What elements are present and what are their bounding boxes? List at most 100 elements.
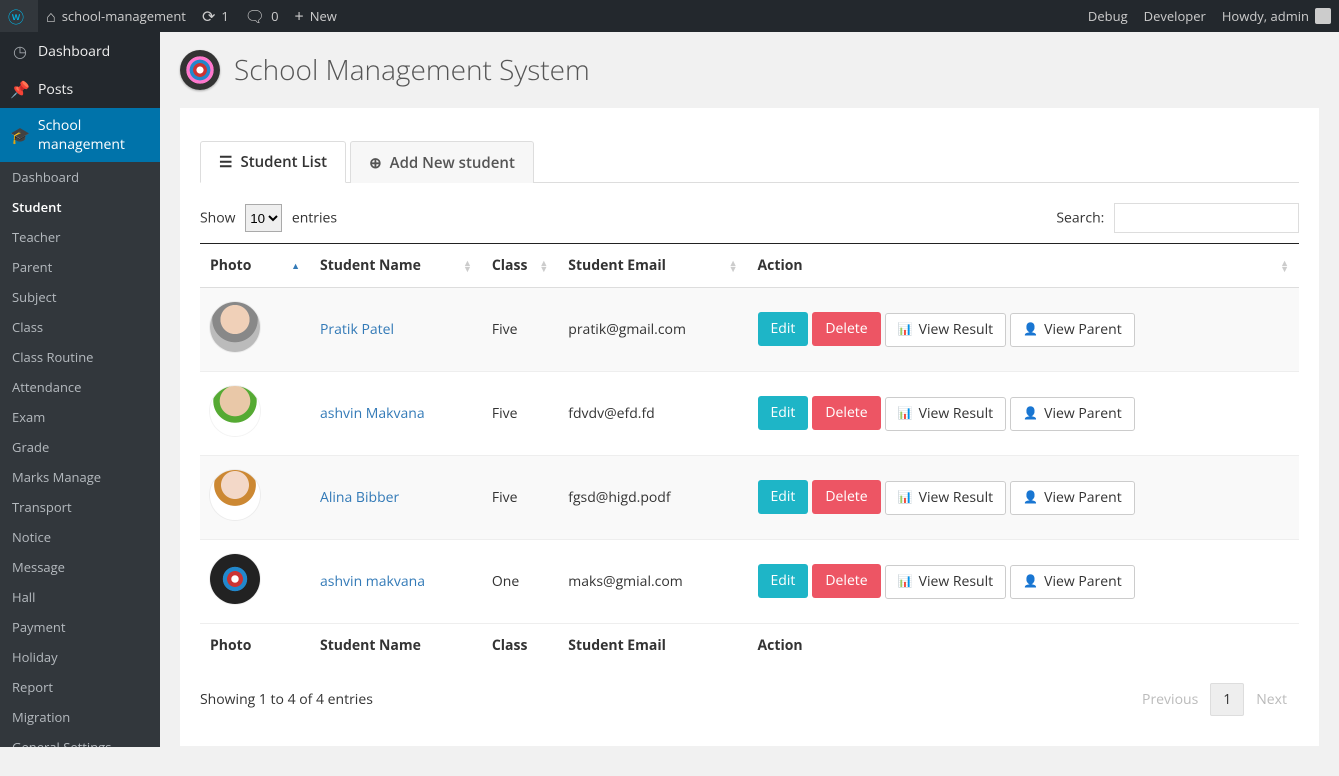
page-next[interactable]: Next (1244, 684, 1299, 715)
menu-top-item[interactable]: 🎓 School management (0, 108, 160, 162)
student-name-link[interactable]: Pratik Patel (320, 320, 394, 339)
view-result-button[interactable]: 📊View Result (885, 397, 1006, 431)
delete-button[interactable]: Delete (812, 396, 880, 430)
menu-top-item[interactable]: ◷Dashboard (0, 32, 160, 70)
submenu-item[interactable]: Notice (0, 522, 160, 552)
table-row: Alina Bibber Fivefgsd@higd.podf EditDelete… (200, 456, 1299, 540)
submenu-item[interactable]: Parent (0, 252, 160, 282)
list-icon: ☰ (219, 152, 232, 172)
submenu-item[interactable]: Marks Manage (0, 462, 160, 492)
sort-icon: ▲▼ (539, 260, 548, 272)
delete-button[interactable]: Delete (812, 480, 880, 514)
graduation-cap-icon: 🎓 (10, 124, 30, 146)
bar-chart-icon: 📊 (898, 405, 913, 422)
col-action[interactable]: Action▲▼ (748, 244, 1299, 288)
submenu-item[interactable]: Attendance (0, 372, 160, 402)
col-photo-foot: Photo (200, 624, 310, 668)
menu-top-label: School management (38, 116, 150, 154)
new-content-link[interactable]: + New (287, 0, 345, 32)
menu-top-label: Dashboard (38, 42, 110, 61)
sort-icon: ▲ (291, 263, 300, 269)
submenu-item[interactable]: Transport (0, 492, 160, 522)
admin-menu: ◷Dashboard📌Posts 🎓 School management Dashb… (0, 32, 160, 747)
view-parent-button[interactable]: 👤View Parent (1010, 481, 1135, 515)
col-name[interactable]: Student Name▲▼ (310, 244, 482, 288)
edit-button[interactable]: Edit (758, 312, 809, 346)
submenu-item[interactable]: Exam (0, 402, 160, 432)
student-avatar (210, 554, 260, 604)
student-class: Five (482, 288, 558, 372)
view-parent-button[interactable]: 👤View Parent (1010, 565, 1135, 599)
debug-link[interactable]: Debug (1080, 0, 1136, 32)
view-parent-button[interactable]: 👤View Parent (1010, 397, 1135, 431)
wp-logo[interactable]: ⓦ (0, 0, 38, 32)
submenu-item[interactable]: Message (0, 552, 160, 582)
submenu-item[interactable]: Teacher (0, 222, 160, 252)
student-name-link[interactable]: Alina Bibber (320, 488, 399, 507)
comments-link[interactable]: 🗨0 (237, 0, 287, 32)
col-class[interactable]: Class▲▼ (482, 244, 558, 288)
student-name-link[interactable]: ashvin Makvana (320, 404, 425, 423)
table-row: Pratik PatelFivepratik@gmail.comEditDele… (200, 288, 1299, 372)
entries-select[interactable]: 10 (245, 204, 282, 232)
plus-icon: + (295, 5, 304, 27)
submenu-item[interactable]: Subject (0, 282, 160, 312)
col-photo[interactable]: Photo▲ (200, 244, 310, 288)
main-content: School Management System ☰Student List ⊕… (160, 0, 1339, 746)
view-result-button[interactable]: 📊View Result (885, 481, 1006, 515)
submenu-item[interactable]: Student (0, 192, 160, 222)
my-account-link[interactable]: Howdy, admin (1214, 0, 1339, 32)
student-email: fgsd@higd.podf (558, 456, 747, 540)
page-1[interactable]: 1 (1210, 683, 1244, 716)
tab-add-student[interactable]: ⊕Add New student (350, 141, 534, 183)
edit-button[interactable]: Edit (758, 564, 809, 598)
submenu-item[interactable]: Grade (0, 432, 160, 462)
developer-link[interactable]: Developer (1136, 0, 1214, 32)
submenu-item[interactable]: Class Routine (0, 342, 160, 372)
delete-button[interactable]: Delete (812, 312, 880, 346)
student-class: One (482, 540, 558, 624)
student-email: maks@gmial.com (558, 540, 747, 624)
pagination: Previous 1 Next (1130, 683, 1299, 716)
delete-button[interactable]: Delete (812, 564, 880, 598)
tab-student-list[interactable]: ☰Student List (200, 141, 346, 183)
submenu-item[interactable]: Class (0, 312, 160, 342)
search-input[interactable] (1114, 203, 1299, 233)
action-cell: EditDelete📊View Result👤View Parent (748, 288, 1299, 372)
col-email[interactable]: Student Email▲▼ (558, 244, 747, 288)
view-parent-button[interactable]: 👤View Parent (1010, 313, 1135, 347)
site-name-link[interactable]: ⌂school-management (38, 0, 194, 32)
page-title: School Management System (234, 51, 590, 89)
action-cell: EditDelete📊View Result👤View Parent (748, 540, 1299, 624)
plus-circle-icon: ⊕ (369, 153, 382, 173)
submenu-item[interactable]: General Settings (0, 732, 160, 747)
table-search: Search: (1056, 203, 1299, 233)
comment-icon: 🗨 (245, 5, 265, 27)
submenu-item[interactable]: Payment (0, 612, 160, 642)
student-class: Five (482, 456, 558, 540)
entries-length: Show 10 entries (200, 204, 337, 232)
submenu-item[interactable]: Holiday (0, 642, 160, 672)
edit-button[interactable]: Edit (758, 396, 809, 430)
student-name-link[interactable]: ashvin makvana (320, 572, 425, 591)
pin-icon: 📌 (10, 78, 30, 100)
updates-link[interactable]: ⟳1 (194, 0, 237, 32)
updates-count: 1 (221, 7, 228, 25)
page-prev[interactable]: Previous (1130, 684, 1210, 715)
admin-submenu: DashboardStudentTeacherParentSubjectClas… (0, 162, 160, 747)
submenu-item[interactable]: Migration (0, 702, 160, 732)
submenu-item[interactable]: Dashboard (0, 162, 160, 192)
site-name: school-management (62, 7, 186, 25)
sort-icon: ▲▼ (1280, 260, 1289, 272)
view-result-button[interactable]: 📊View Result (885, 313, 1006, 347)
plugin-logo (180, 50, 220, 90)
submenu-item[interactable]: Report (0, 672, 160, 702)
new-label: New (310, 7, 337, 25)
admin-bar: ⓦ ⌂school-management ⟳1 🗨0 + New Debug De… (0, 0, 1339, 32)
edit-button[interactable]: Edit (758, 480, 809, 514)
submenu-item[interactable]: Hall (0, 582, 160, 612)
menu-top-item[interactable]: 📌Posts (0, 70, 160, 108)
action-cell: EditDelete📊View Result👤View Parent (748, 372, 1299, 456)
view-result-button[interactable]: 📊View Result (885, 565, 1006, 599)
page-header: School Management System (160, 32, 1339, 108)
